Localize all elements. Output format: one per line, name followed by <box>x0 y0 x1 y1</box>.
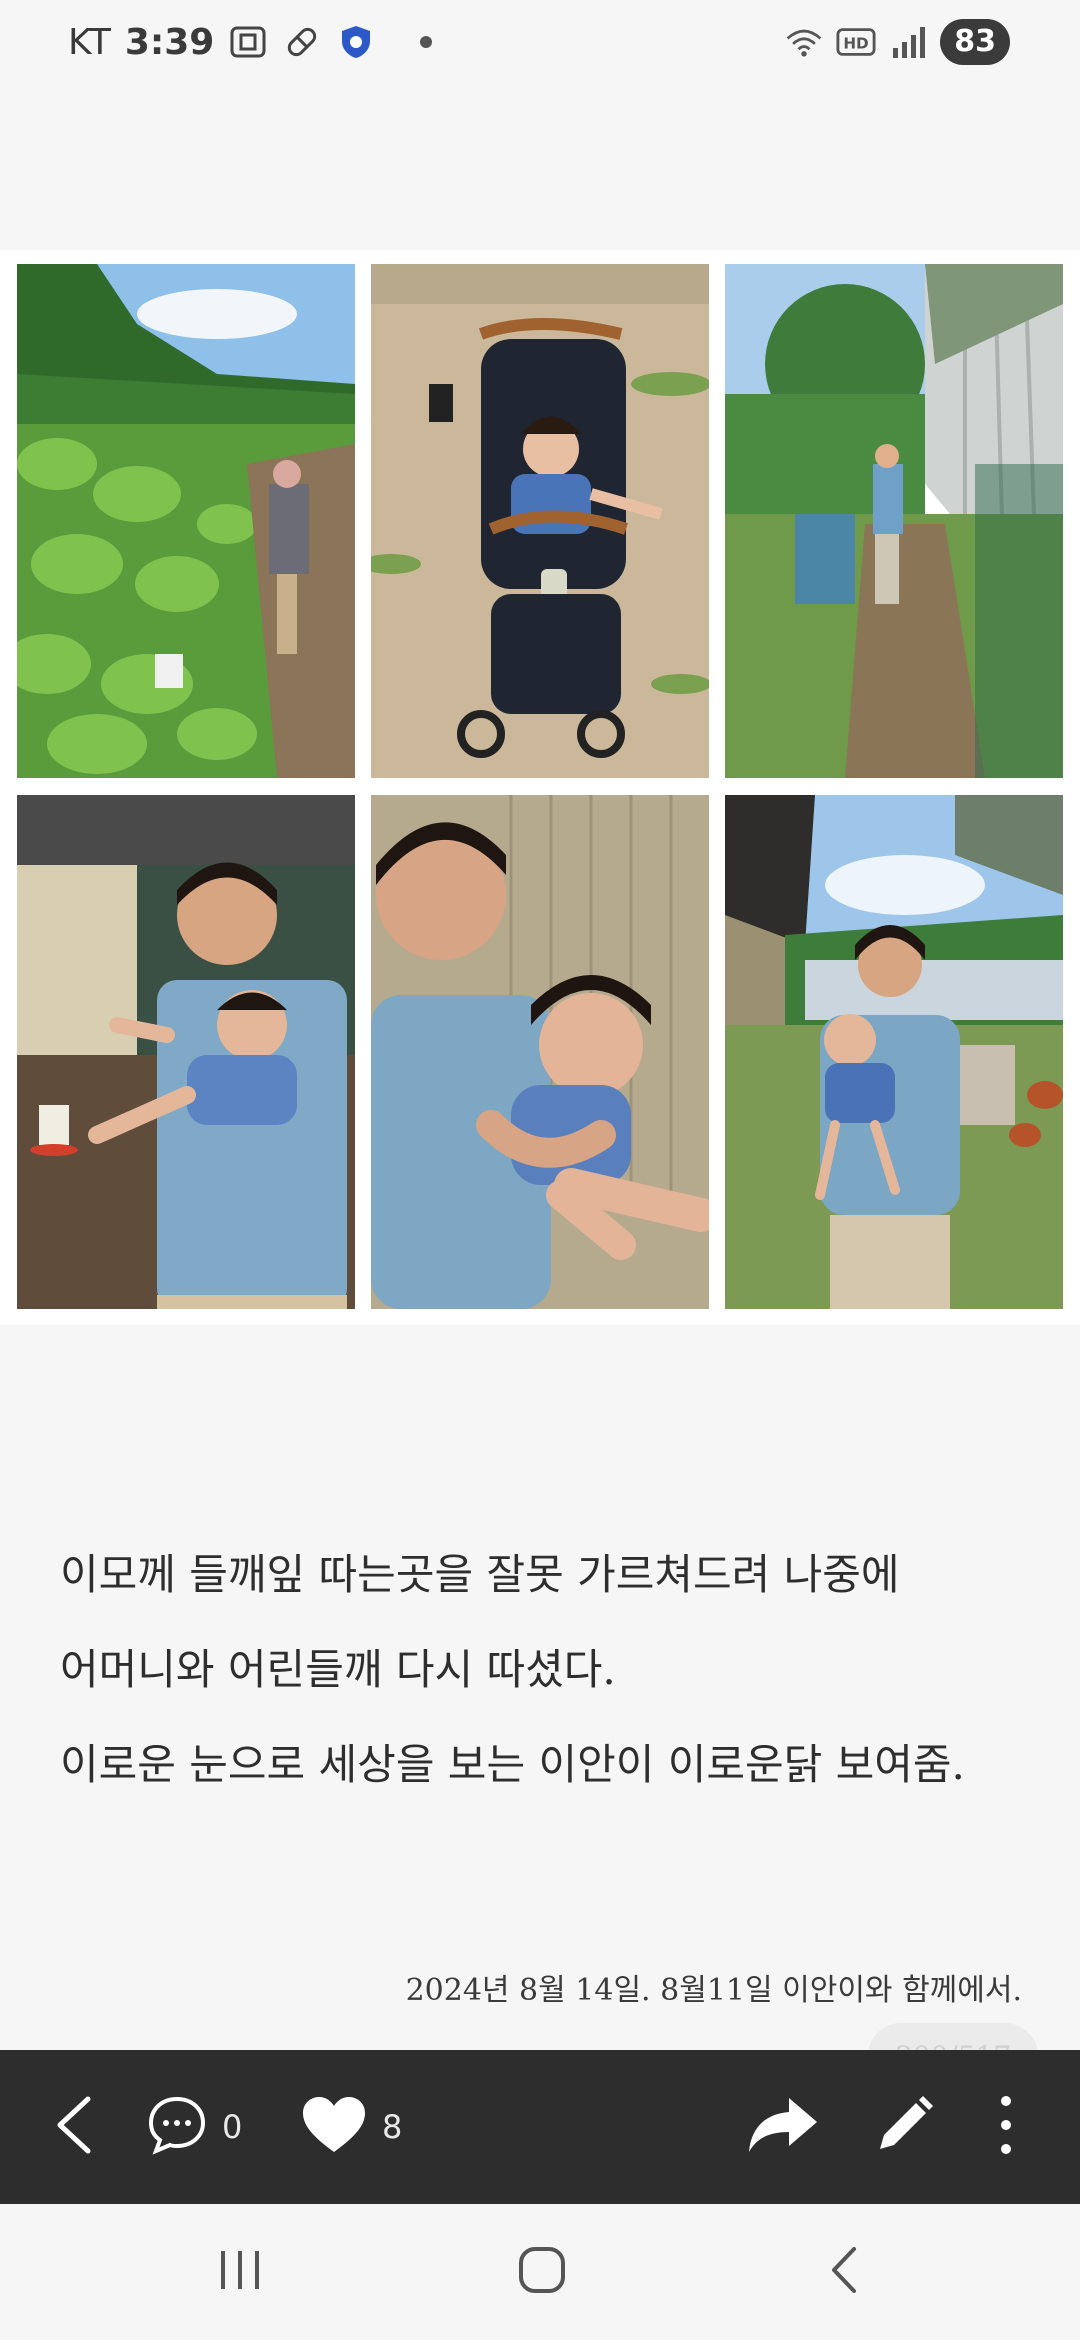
comment-count: 0 <box>222 2108 243 2146</box>
home-button[interactable] <box>482 2204 602 2340</box>
status-bar: KT 3:39 HD 83 <box>0 0 1080 84</box>
edit-button[interactable] <box>872 2050 936 2204</box>
home-icon <box>516 2244 568 2300</box>
status-left: KT 3:39 <box>68 14 433 70</box>
recent-apps-icon <box>215 2247 265 2297</box>
like-count: 8 <box>382 2108 403 2146</box>
svg-text:HD: HD <box>844 35 869 53</box>
post-line: 이로운 눈으로 세상을 보는 이안이 이로운닭 보여줌. <box>60 1740 965 1789</box>
photo-sesame-field[interactable] <box>17 264 355 778</box>
back-icon <box>824 2244 864 2300</box>
photo-farm-shed[interactable] <box>725 264 1063 778</box>
app-screen: KT 3:39 HD 83 이모께 들깨잎 따는곳을 잘못 가르쳐드려 나중에 … <box>0 0 1080 2340</box>
status-right: HD 83 <box>784 18 1010 66</box>
post-caption: 2024년 8월 14일. 8월11일 이안이와 함께에서. <box>405 1973 1022 2008</box>
wifi-icon <box>784 22 824 62</box>
photo-father-holding-baby-1[interactable] <box>17 795 355 1309</box>
carrier-label: KT <box>68 21 111 63</box>
like-button[interactable]: 8 <box>300 2050 402 2204</box>
clock: 3:39 <box>124 21 215 63</box>
post-line: 이모께 들깨잎 따는곳을 잘못 가르쳐드려 나중에 <box>60 1550 900 1599</box>
notification-dot <box>420 36 433 48</box>
photo-collage[interactable] <box>0 250 1080 1325</box>
system-nav-bar <box>0 2204 1080 2340</box>
battery-indicator: 83 <box>940 19 1010 65</box>
comment-icon <box>146 2094 208 2160</box>
pencil-icon <box>872 2093 936 2161</box>
more-vertical-icon <box>994 2093 1018 2161</box>
recent-apps-button[interactable] <box>180 2204 300 2340</box>
comment-button[interactable]: 0 <box>146 2050 242 2204</box>
hd-icon: HD <box>836 22 876 62</box>
photo-baby-stroller[interactable] <box>371 264 709 778</box>
more-options-button[interactable] <box>994 2050 1018 2204</box>
heart-icon <box>300 2094 368 2160</box>
pill-icon <box>282 22 322 62</box>
back-button[interactable] <box>50 2050 100 2204</box>
back-arrow-icon <box>50 2095 100 2159</box>
screenshot-icon <box>228 22 268 62</box>
signal-icon <box>888 22 928 62</box>
action-bar: 0 8 <box>0 2050 1080 2204</box>
post-line: 어머니와 어린들깨 다시 따셨다. <box>60 1645 616 1694</box>
share-button[interactable] <box>745 2050 821 2204</box>
post-body: 이모께 들깨잎 따는곳을 잘못 가르쳐드려 나중에 어머니와 어린들깨 다시 따… <box>60 1535 1040 1820</box>
shield-icon <box>336 22 376 62</box>
nav-back-button[interactable] <box>784 2204 904 2340</box>
photo-father-holding-baby-2[interactable] <box>371 795 709 1309</box>
photo-father-holding-baby-3[interactable] <box>725 795 1063 1309</box>
share-icon <box>745 2094 821 2160</box>
